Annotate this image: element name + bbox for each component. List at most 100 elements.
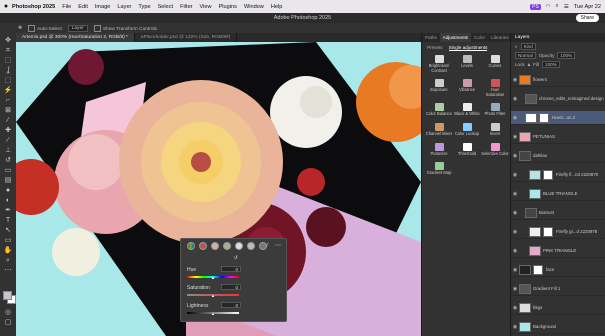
adjustment-invert[interactable]: Invert (481, 122, 509, 137)
stamp-icon[interactable]: ⊥ (3, 147, 13, 155)
foreground-color-swatch[interactable] (3, 291, 12, 300)
blend-mode-select[interactable]: Normal (515, 52, 536, 59)
tab-paths[interactable]: Paths (422, 33, 440, 42)
brush-icon[interactable]: ∕ (3, 137, 13, 145)
fill-field[interactable]: 100% (542, 61, 560, 68)
layer-row[interactable]: ◉ HueS...on 2 (511, 111, 605, 125)
menu-file[interactable]: File (62, 4, 71, 10)
layer-mask-thumbnail[interactable] (543, 226, 553, 237)
visibility-eye-icon[interactable]: ◉ (511, 191, 519, 197)
preset-swatch[interactable] (247, 242, 255, 250)
layer-row[interactable]: ◉ Gradient Fill 1 (511, 282, 605, 296)
type-icon[interactable]: T (3, 217, 13, 225)
visibility-eye-icon[interactable]: ◉ (511, 134, 519, 140)
reset-icon[interactable]: ↺ (234, 255, 238, 261)
subtab-single-adjustments[interactable]: Single adjustments (448, 45, 488, 51)
lasso-icon[interactable]: ʆ (3, 67, 13, 75)
saturation-field[interactable]: 0 (221, 284, 241, 290)
preset-swatch[interactable] (223, 242, 231, 250)
shape-icon[interactable]: ▭ (3, 237, 13, 245)
lightness-field[interactable]: 0 (221, 302, 241, 308)
visibility-eye-icon[interactable]: ◉ (511, 248, 519, 254)
visibility-eye-icon[interactable]: ◉ (511, 305, 519, 311)
layer-mask-thumbnail[interactable] (543, 169, 553, 180)
zoom-icon[interactable]: ⌕ (3, 257, 13, 265)
menu-view[interactable]: View (200, 4, 212, 10)
layer-row[interactable]: ◉ Firefly gr...d 2220978 (511, 225, 605, 239)
transform-controls-checkbox[interactable]: Show Transform Controls (93, 24, 157, 32)
layer-row[interactable]: ◉ dahlias (511, 149, 605, 163)
crop-icon[interactable]: ⌐ (3, 97, 13, 105)
visibility-eye-icon[interactable]: ◉ (511, 210, 519, 216)
visibility-eye-icon[interactable]: ◉ (511, 172, 519, 178)
visibility-eye-icon[interactable]: ◉ (511, 267, 519, 273)
subtab-presets[interactable]: Presets (427, 45, 443, 51)
dodge-icon[interactable]: ◐ (3, 197, 13, 205)
visibility-eye-icon[interactable]: ◉ (511, 115, 519, 121)
layer-row[interactable]: ◉ flowers (511, 73, 605, 87)
visibility-eye-icon[interactable]: ◉ (511, 229, 519, 235)
gradient-icon[interactable]: ▤ (3, 177, 13, 185)
frame-icon[interactable]: ⊠ (3, 107, 13, 115)
adjustment-exposure[interactable]: Exposure (425, 79, 453, 97)
menu-app-name[interactable]: Photoshop 2025 (12, 4, 55, 10)
menu-image[interactable]: Image (95, 4, 111, 10)
adjustment-threshold[interactable]: Threshold (453, 142, 481, 157)
object-select-icon[interactable]: ⬚ (3, 77, 13, 85)
preset-swatch[interactable] (235, 242, 243, 250)
move-tool-icon[interactable]: ✥ (18, 26, 22, 31)
layer-row[interactable]: ◉ Firefly fl...nd 2220970 (511, 168, 605, 182)
hue-field[interactable]: 0 (221, 266, 241, 272)
kind-filter[interactable]: Kind (520, 43, 536, 50)
layer-row[interactable]: ◉ face (511, 263, 605, 277)
eraser-icon[interactable]: ▭ (3, 167, 13, 175)
pen-icon[interactable]: ✒ (3, 207, 13, 215)
opacity-field[interactable]: 100% (557, 52, 576, 59)
preset-swatch[interactable] (199, 242, 207, 250)
tab-color[interactable]: Color (471, 33, 488, 42)
menu-plugins[interactable]: Plugins (219, 4, 237, 10)
doc-tab-artemis[interactable]: Artemis.psd @ 300% (Hue/Saturation 2, RG… (16, 33, 135, 42)
auto-select-dropdown[interactable]: Layer (67, 24, 88, 32)
adjustment-color-balance[interactable]: Color Balance (425, 103, 453, 117)
adjustment-channel-mixer[interactable]: Channel Mixer (425, 122, 453, 137)
marquee-icon[interactable]: ⬚ (3, 57, 13, 65)
visibility-eye-icon[interactable]: ◉ (511, 324, 519, 330)
apple-icon[interactable]: ● (0, 3, 12, 10)
adjustment-selective-color[interactable]: Selective Color (481, 142, 509, 157)
auto-select-checkbox[interactable]: Auto-Select (28, 24, 62, 32)
status-pill[interactable]: PS (530, 3, 541, 10)
filter-search-icon[interactable]: ⌕ (515, 44, 518, 49)
clock[interactable]: Tue Apr 22 (574, 4, 601, 10)
layer-row[interactable]: ◉ Biotrust (511, 206, 605, 220)
adjustment-curves[interactable]: Curves (481, 55, 509, 73)
adjustment-brightness[interactable]: Brightness/ Contrast (425, 55, 453, 73)
move-icon[interactable]: ✥ (3, 37, 13, 45)
layer-mask-thumbnail[interactable] (533, 264, 543, 275)
adjustment-black-white[interactable]: Black & White (453, 103, 481, 117)
menu-help[interactable]: Help (271, 4, 283, 10)
layer-row[interactable]: ◉ PINK TRIANGLE (511, 244, 605, 258)
blur-icon[interactable]: ● (3, 187, 13, 195)
lock-icon[interactable]: 🔒︎ (528, 62, 530, 67)
layer-mask-thumbnail[interactable] (539, 112, 549, 123)
menu-layer[interactable]: Layer (117, 4, 131, 10)
adjustment-posterize[interactable]: Posterize (425, 142, 453, 157)
quick-mask-icon[interactable]: ◎ (3, 309, 13, 317)
menu-select[interactable]: Select (158, 4, 174, 10)
adjustment-hue-saturation[interactable]: Hue/ Saturation (481, 79, 509, 97)
layer-row[interactable]: ◉ PETUNIAS (511, 130, 605, 144)
tab-libraries[interactable]: Libraries (488, 33, 512, 42)
wifi-icon[interactable]: ◠ (546, 4, 551, 10)
adjustment-gradient-map[interactable]: Gradient Map (425, 162, 453, 176)
control-center-icon[interactable]: ☰ (564, 4, 569, 10)
layer-row[interactable]: ◉ chrome_edits_reimagined design (511, 92, 605, 106)
preset-swatch[interactable] (187, 242, 195, 250)
magic-wand-icon[interactable]: ⚡ (3, 87, 13, 95)
visibility-eye-icon[interactable]: ◉ (511, 77, 519, 83)
eyedropper-icon[interactable]: ⁄ (3, 117, 13, 125)
layer-row[interactable]: ◉ bkgs (511, 301, 605, 315)
path-select-icon[interactable]: ↖ (3, 227, 13, 235)
doc-tab-placeholder[interactable]: aPlaceholder.psd @ 132% (Sub, RGB/8#) (135, 33, 238, 42)
screen-mode-icon[interactable]: ▢ (3, 319, 13, 327)
